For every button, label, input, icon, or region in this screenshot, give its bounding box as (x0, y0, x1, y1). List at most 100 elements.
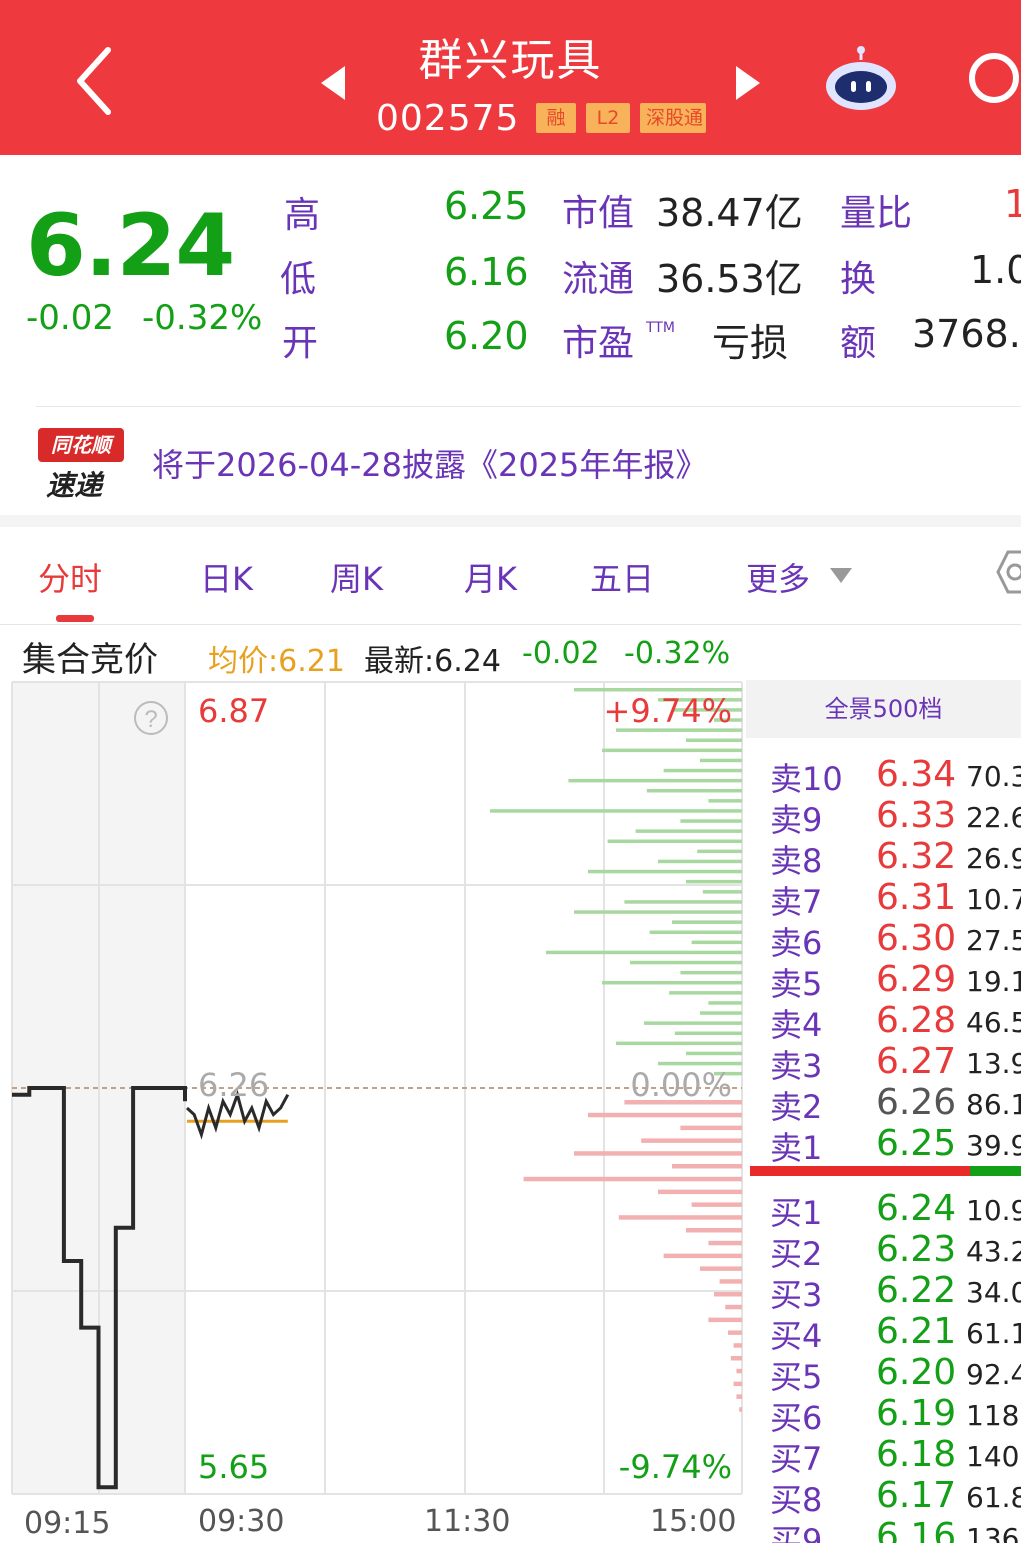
sell-depth-bar (644, 1021, 742, 1025)
tab-intraday[interactable]: 分时 (38, 554, 102, 600)
sell-depth-bar (680, 970, 742, 975)
ask-row[interactable]: 卖3 6.27 13.9 (746, 1041, 1021, 1085)
bid-row[interactable]: 买6 6.19 118 (746, 1393, 1021, 1437)
bid-volume: 118 (966, 1399, 1020, 1432)
mid-pct-label: 0.00% (630, 1066, 732, 1104)
mktcap-value: 38.47亿 (656, 191, 803, 235)
sell-depth-bar (700, 1011, 742, 1015)
ask-row[interactable]: 卖2 6.26 86.1 (746, 1082, 1021, 1126)
next-stock-icon[interactable] (736, 66, 760, 100)
sell-depth-bar (680, 819, 742, 823)
bid-row[interactable]: 买9 6.16 136 (746, 1516, 1021, 1543)
sell-depth-bar (700, 758, 742, 763)
robot-assistant-icon[interactable] (824, 46, 898, 112)
buy-depth-bar (708, 1317, 742, 1323)
high-value: 6.25 (444, 184, 529, 228)
ask-row[interactable]: 卖5 6.29 19.1 (746, 959, 1021, 1003)
margin-tag: 融 (536, 103, 576, 133)
tab-daily-k[interactable]: 日K (200, 554, 253, 600)
bid-row[interactable]: 买3 6.22 34.0 (746, 1270, 1021, 1314)
ths-news-badge-sub: 速递 (46, 469, 103, 502)
float-label: 流通 (562, 259, 635, 300)
order-book-header[interactable]: 全景500档 (746, 680, 1021, 738)
tab-weekly-k[interactable]: 周K (330, 554, 383, 600)
sell-depth-bar (686, 738, 742, 742)
bid-row[interactable]: 买1 6.24 10.9 (746, 1188, 1021, 1232)
sell-depth-bar (574, 688, 742, 692)
ask-row[interactable]: 卖7 6.31 10.7 (746, 877, 1021, 921)
sell-depth-bar (624, 900, 742, 904)
ask-price: 6.29 (876, 959, 957, 1000)
prev-stock-icon[interactable] (321, 66, 345, 100)
ask-row[interactable]: 卖6 6.30 27.5 (746, 918, 1021, 962)
news-text[interactable]: 将于2026-04-28披露《2025年年报》 (152, 440, 707, 486)
ask-volume: 46.5 (966, 1006, 1021, 1039)
ask-volume: 39.9 (966, 1129, 1021, 1162)
bid-level-label: 买6 (770, 1399, 823, 1437)
intraday-chart[interactable]: ? 6.87 6.26 5.65 +9.74% 0.00% -9.74% 09:… (0, 680, 750, 1543)
bid-level-label: 买1 (770, 1194, 823, 1232)
tab-more[interactable]: 更多 (746, 554, 810, 600)
ask-row[interactable]: 卖10 6.34 70.3 (746, 754, 1021, 798)
bid-level-label: 买4 (770, 1317, 823, 1355)
volratio-label: 量比 (840, 193, 913, 234)
open-label: 开 (282, 323, 319, 364)
divider (36, 406, 1021, 407)
ask-volume: 10.7 (966, 883, 1021, 916)
bid-row[interactable]: 买4 6.21 61.1 (746, 1311, 1021, 1355)
bid-level-label: 买2 (770, 1235, 823, 1273)
ask-price: 6.32 (876, 836, 957, 877)
ask-level-label: 卖1 (770, 1129, 823, 1167)
tab-monthly-k[interactable]: 月K (464, 554, 517, 600)
ask-level-label: 卖2 (770, 1088, 823, 1126)
top-pct-label: +9.74% (604, 692, 732, 730)
connect-tag: 深股通 (640, 103, 706, 133)
buy-depth-bar (736, 1368, 742, 1374)
buy-depth-bar (641, 1138, 742, 1143)
ask-price: 6.28 (876, 1000, 957, 1041)
current-price: 6.24 (26, 196, 235, 296)
help-icon-text: ? (144, 706, 157, 733)
chevron-down-icon[interactable] (830, 568, 852, 583)
sell-depth-bars (490, 688, 742, 1076)
buy-depth-bars (523, 1100, 742, 1412)
bid-row[interactable]: 买2 6.23 43.2 (746, 1229, 1021, 1273)
sell-depth-bar (708, 1001, 742, 1005)
info-change: -0.02 (522, 636, 600, 671)
bid-volume: 34.0 (966, 1276, 1021, 1309)
buy-depth-bar (574, 1151, 742, 1156)
bid-price: 6.17 (876, 1475, 957, 1516)
ask-price: 6.26 (876, 1082, 957, 1123)
ask-row[interactable]: 卖4 6.28 46.5 (746, 1000, 1021, 1044)
ask-row[interactable]: 卖9 6.33 22.6 (746, 795, 1021, 839)
bid-row[interactable]: 买8 6.17 61.8 (746, 1475, 1021, 1519)
ask-price: 6.30 (876, 918, 957, 959)
buy-depth-bar (725, 1304, 742, 1310)
stock-code: 002575 (376, 98, 520, 139)
low-value: 6.16 (444, 250, 529, 294)
ask-level-label: 卖9 (770, 801, 823, 839)
ask-level-label: 卖7 (770, 883, 823, 921)
bid-row[interactable]: 买5 6.20 92.4 (746, 1352, 1021, 1396)
bid-row[interactable]: 买7 6.18 140 (746, 1434, 1021, 1478)
ask-row[interactable]: 卖8 6.32 26.9 (746, 836, 1021, 880)
chart-settings-icon[interactable] (994, 550, 1021, 594)
search-icon[interactable] (966, 50, 1021, 110)
ask-row[interactable]: 卖1 6.25 39.9 (746, 1123, 1021, 1167)
divider (0, 624, 1021, 625)
buy-depth-bar (658, 1189, 742, 1195)
buy-depth-bar (700, 1266, 742, 1271)
tab-five-day[interactable]: 五日 (590, 554, 654, 600)
buy-depth-bar (680, 1125, 742, 1131)
sell-depth-bar (708, 799, 742, 803)
bid-price: 6.24 (876, 1188, 957, 1229)
pe-label: 市盈 (562, 323, 635, 364)
time-label: 09:15 (24, 1506, 110, 1541)
buy-depth-bar (719, 1279, 742, 1284)
buy-depth-bar (736, 1394, 742, 1399)
sell-depth-bar (630, 960, 742, 965)
ask-volume: 13.9 (966, 1047, 1021, 1080)
bid-ask-ratio-bar-buy (970, 1166, 1021, 1176)
buy-depth-bar (523, 1176, 742, 1182)
order-book: 全景500档 卖10 6.34 70.3 卖9 6.33 22.6 卖8 6.32 26.9 卖7… (746, 680, 1021, 1543)
